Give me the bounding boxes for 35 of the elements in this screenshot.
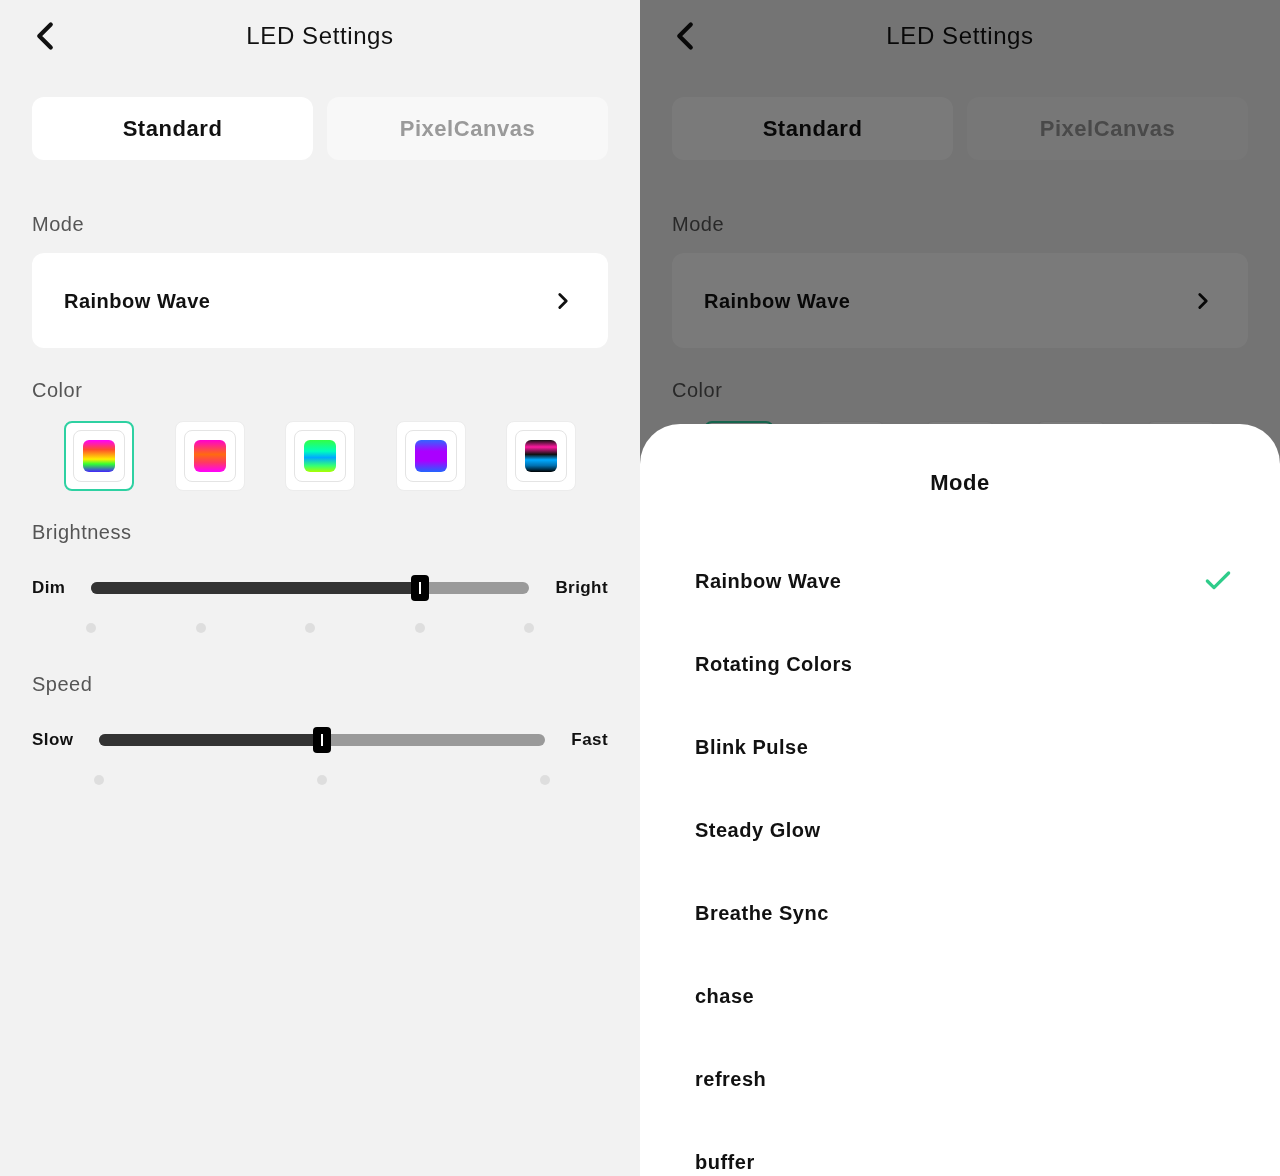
slider-min-label: Slow <box>32 729 74 752</box>
mode-option[interactable]: buffer <box>640 1120 1280 1176</box>
slider-min-label: Dim <box>32 577 66 600</box>
slider[interactable] <box>99 727 546 753</box>
color-swatch[interactable] <box>64 421 134 491</box>
screen-title: LED Settings <box>886 21 1034 51</box>
slider-max-label: Fast <box>571 729 608 752</box>
gradient-icon <box>193 440 226 472</box>
mode-option[interactable]: refresh <box>640 1037 1280 1120</box>
section-label: Mode <box>32 212 86 237</box>
section-label: Mode <box>672 212 726 237</box>
mode-selector[interactable]: Rainbow Wave <box>672 253 1248 348</box>
screen-title: LED Settings <box>246 21 394 51</box>
mode-option[interactable]: Breathe Sync <box>640 871 1280 954</box>
section-label: Color <box>672 378 724 403</box>
slider-thumb[interactable] <box>410 575 429 601</box>
mode-option[interactable]: Steady Glow <box>640 788 1280 871</box>
gradient-icon <box>304 440 336 472</box>
mode-selector[interactable]: Rainbow Wave <box>32 253 608 348</box>
gradient-icon <box>414 440 447 472</box>
slider[interactable] <box>91 575 530 601</box>
section-label: Color <box>32 378 84 403</box>
sheet-title: Mode <box>930 469 990 497</box>
mode-option[interactable]: Rotating Colors <box>640 622 1280 705</box>
section-label: Speed <box>31 672 94 697</box>
tab[interactable]: Standard <box>672 97 953 160</box>
tab[interactable]: Standard <box>32 97 313 160</box>
mode-option[interactable]: Blink Pulse <box>640 705 1280 788</box>
gradient-icon <box>525 440 557 472</box>
section-label: Brightness <box>31 520 133 545</box>
mode-option[interactable]: chase <box>640 954 1280 1037</box>
gradient-icon <box>83 440 115 472</box>
slider-thumb[interactable] <box>313 727 332 753</box>
mode-option[interactable]: Rainbow Wave <box>640 539 1280 622</box>
slider-max-label: Bright <box>555 577 608 600</box>
